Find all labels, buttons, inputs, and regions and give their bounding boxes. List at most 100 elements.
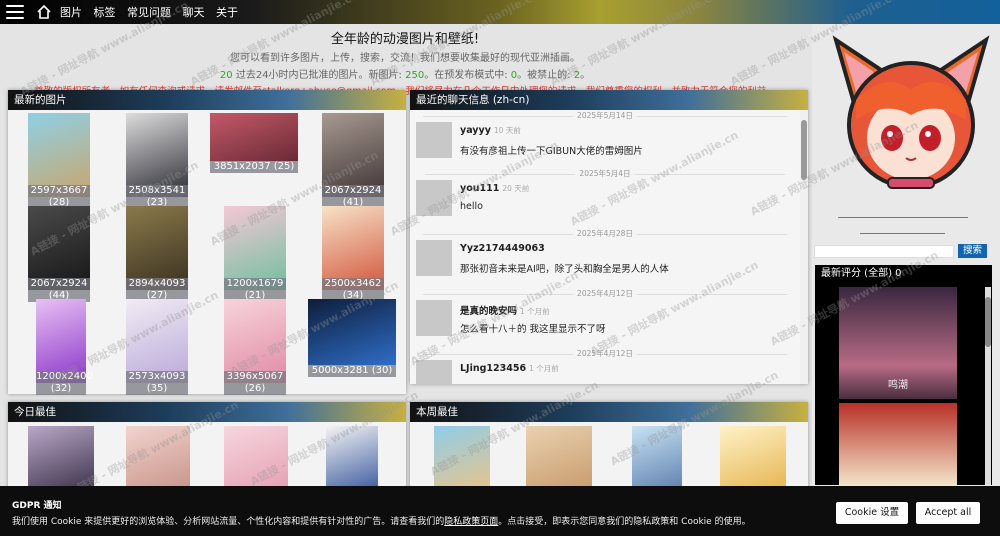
- chat-time-ago: 1 个月前: [520, 307, 550, 316]
- rating-thumb-2[interactable]: [839, 403, 957, 485]
- chat-time-ago: 1 个月前: [529, 364, 559, 373]
- stats-approved: 20: [219, 70, 233, 81]
- week-thumb-2[interactable]: [526, 426, 592, 492]
- stats-line: 20 过去24小时内已批准的图片。新图片: 250。在预发布模式中: 0。被禁止…: [0, 66, 810, 81]
- nav-faq[interactable]: 常见问题: [127, 6, 171, 19]
- thumb-size-label: 3851x2037 (25): [210, 161, 298, 173]
- thumb-image: [210, 113, 298, 161]
- week-thumb-4[interactable]: [720, 426, 786, 492]
- nav-images[interactable]: 图片: [60, 6, 82, 19]
- privacy-policy-link[interactable]: 隐私政策页面: [444, 517, 498, 527]
- week-thumb-1[interactable]: [434, 426, 490, 492]
- top-nav-bar: 图片 标签 常见问题 聊天 关于: [0, 0, 1000, 24]
- today-thumb-4[interactable]: [326, 426, 378, 492]
- gdpr-text-b: 。点击接受，即表示您同意我们的隐私政策和 Cookie 的使用。: [498, 517, 751, 527]
- latest-thumb[interactable]: 3396x5067 (26): [224, 299, 286, 395]
- chat-user[interactable]: LJing123456 1 个月前: [460, 363, 559, 374]
- mascot-logo: [832, 35, 990, 189]
- chat-time-ago: 20 天前: [502, 184, 530, 193]
- today-thumb-1[interactable]: [28, 426, 94, 492]
- gdpr-text-a: 我们使用 Cookie 来提供更好的浏览体验、分析网站流量、个性化内容和提供有针…: [12, 517, 445, 527]
- chat-user[interactable]: Yyz2174449063: [460, 243, 548, 254]
- week-thumb-3[interactable]: [632, 426, 682, 492]
- chat-date: 2025年4月12日: [410, 288, 800, 299]
- latest-thumb[interactable]: 1200x1679 (21): [224, 206, 286, 302]
- user-avatar[interactable]: [416, 240, 452, 276]
- latest-thumb[interactable]: 2067x2924 (44): [28, 206, 90, 302]
- sidebar-image-link-1[interactable]: [838, 210, 968, 218]
- intro-section: 全年龄的动漫图片和壁纸! 您可以看到许多图片，上传，搜索，交流！我们想要收集最好…: [0, 24, 810, 97]
- chat-user[interactable]: yayyy 10 天前: [460, 125, 521, 136]
- week-best-header: 本周最佳: [410, 402, 808, 422]
- search-button[interactable]: 搜索: [958, 244, 987, 258]
- chat-text: 怎么看十八＋的 我这里显示不了呀: [460, 324, 606, 335]
- stats-text-2: 。在预发布模式中:: [424, 70, 511, 81]
- thumb-size-label: 3396x5067 (26): [224, 371, 286, 395]
- week-best-panel: 本周最佳: [410, 402, 808, 492]
- chat-text: hello: [460, 201, 483, 212]
- chat-messages: 2025年5月14日 yayyy 10 天前 有没有彦祖上传一下GIBUN大佬的雷…: [410, 110, 800, 384]
- today-thumb-2[interactable]: [126, 426, 190, 492]
- chat-user[interactable]: 是真的晚安吗 1 个月前: [460, 303, 550, 317]
- chat-username: Yyz2174449063: [460, 243, 545, 254]
- latest-thumb[interactable]: 2508x3541 (23): [126, 113, 188, 209]
- page-subtitle: 您可以看到许多图片，上传，搜索，交流！我们想要收集最好的现代亚洲插画。: [230, 53, 580, 64]
- sidebar-image-link-2[interactable]: [860, 226, 945, 234]
- chat-panel: 最近的聊天信息 (zh-cn) 2025年5月14日 yayyy 10 天前 有没…: [410, 90, 808, 384]
- latest-thumb[interactable]: 5000x3281 (30): [308, 299, 396, 377]
- chat-username: yayyy: [460, 125, 491, 136]
- stats-text-1: 过去24小时内已批准的图片。新图片:: [232, 70, 406, 81]
- latest-thumb[interactable]: 2894x4093 (27): [126, 206, 188, 302]
- stats-new: 250: [405, 70, 425, 81]
- chat-username: you111: [460, 183, 500, 194]
- gdpr-description: 我们使用 Cookie 来提供更好的浏览体验、分析网站流量、个性化内容和提供有针…: [12, 514, 751, 527]
- latest-images-header: 最新的图片: [8, 90, 406, 110]
- chat-date: 2025年5月14日: [410, 110, 800, 121]
- latest-thumb[interactable]: 2067x2924 (41): [322, 113, 384, 209]
- rating-scrollbar[interactable]: [985, 287, 991, 485]
- nav-tags[interactable]: 标签: [94, 6, 116, 19]
- today-thumb-3[interactable]: [224, 426, 288, 492]
- thumb-size-label: 2573x4093 (35): [126, 371, 188, 395]
- stats-text-4: 。: [580, 70, 591, 81]
- page-title: 全年龄的动漫图片和壁纸!: [330, 32, 480, 47]
- chat-text: 那张初音未来是AI吧，除了头和胸全是男人的人体: [460, 264, 669, 275]
- chat-username: 是真的晚安吗: [460, 306, 518, 317]
- today-best-panel: 今日最佳: [8, 402, 406, 492]
- menu-icon[interactable]: [6, 5, 24, 19]
- latest-thumb[interactable]: 2500x3462 (34): [322, 206, 384, 302]
- nav-about[interactable]: 关于: [216, 6, 238, 19]
- nav-links: 图片 标签 常见问题 聊天 关于: [60, 4, 246, 20]
- thumb-image: [308, 299, 396, 365]
- today-best-header: 今日最佳: [8, 402, 406, 422]
- search-input[interactable]: [814, 245, 954, 258]
- chat-header: 最近的聊天信息 (zh-cn): [410, 90, 808, 110]
- stats-text-3: 。被禁止的:: [517, 70, 574, 81]
- latest-rating-header: 最新评分 (全部) 0: [821, 268, 902, 279]
- chat-scrollbar[interactable]: [800, 110, 808, 384]
- cookie-settings-button[interactable]: Cookie 设置: [836, 502, 908, 524]
- user-avatar[interactable]: [416, 300, 452, 336]
- thumb-size-label: 5000x3281 (30): [308, 365, 396, 377]
- latest-thumb[interactable]: 1200x2400 (32): [36, 299, 93, 395]
- chat-username: LJing123456: [460, 363, 527, 374]
- thumb-size-label: 1200x2400 (32): [36, 371, 93, 395]
- latest-thumb[interactable]: 2573x4093 (35): [126, 299, 188, 395]
- rating-thumb-1-caption: 鸣潮: [888, 380, 908, 391]
- latest-images-panel: 最新的图片 2597x3667 (28) 2508x3541 (23) 3851x2…: [8, 90, 406, 395]
- user-avatar[interactable]: [416, 122, 452, 158]
- latest-thumb[interactable]: 3851x2037 (25): [210, 113, 298, 173]
- user-avatar[interactable]: [416, 180, 452, 216]
- rating-thumb-1[interactable]: 鸣潮: [839, 287, 957, 399]
- chat-date: 2025年4月28日: [410, 228, 800, 239]
- user-avatar[interactable]: [416, 360, 452, 384]
- chat-date: 2025年5月4日: [410, 168, 800, 179]
- chat-user[interactable]: you111 20 天前: [460, 183, 529, 194]
- gdpr-title: GDPR 通知: [12, 501, 62, 511]
- nav-chat[interactable]: 聊天: [183, 6, 205, 19]
- chat-date: 2025年4月12日: [410, 348, 800, 359]
- chat-text: 有没有彦祖上传一下GIBUN大佬的雷姆图片: [460, 146, 643, 157]
- accept-all-button[interactable]: Accept all: [916, 502, 980, 524]
- home-icon[interactable]: [36, 4, 52, 20]
- latest-thumb[interactable]: 2597x3667 (28): [28, 113, 90, 209]
